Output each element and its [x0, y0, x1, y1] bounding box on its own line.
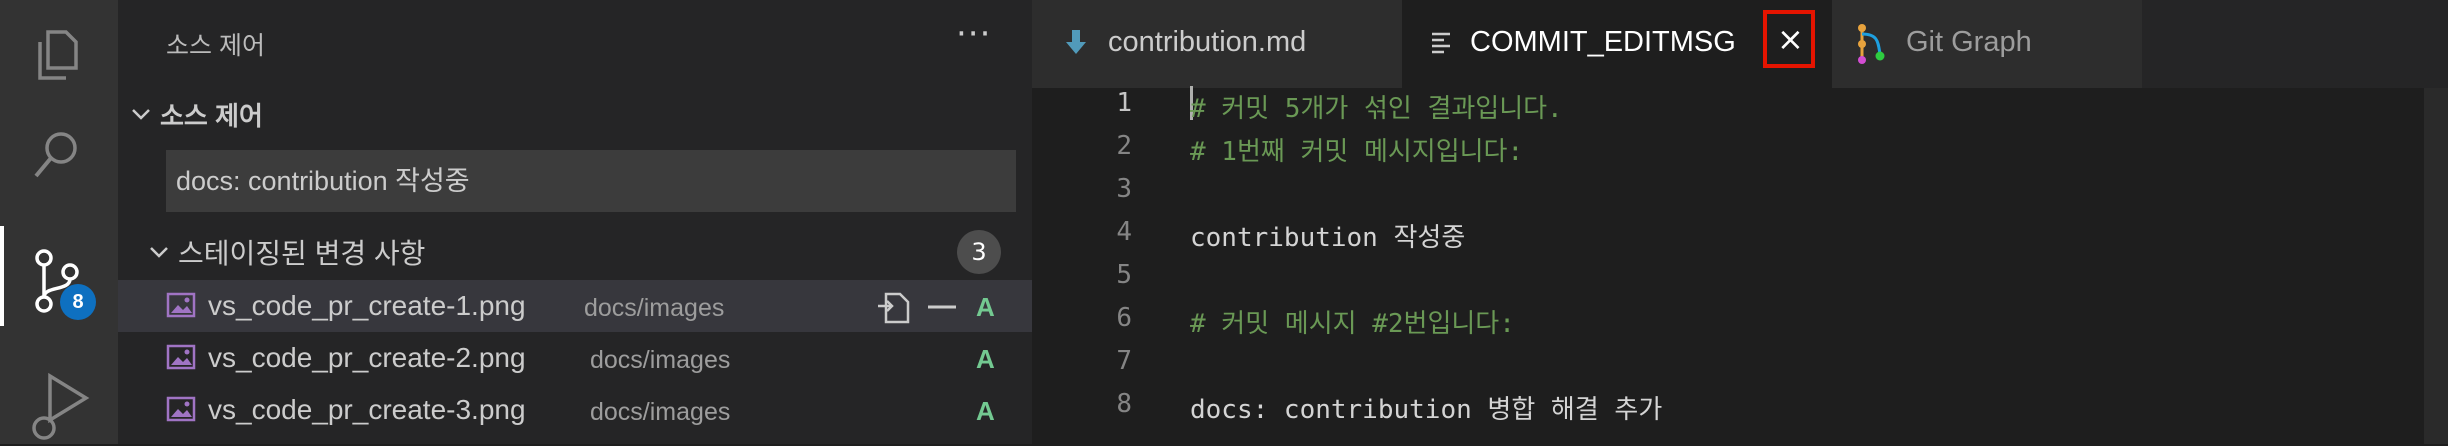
- line-number: 8: [1116, 389, 1132, 419]
- editor-scrollbar[interactable]: [2424, 88, 2448, 444]
- image-file-icon: [166, 396, 196, 427]
- file-name: vs_code_pr_create-1.png: [208, 290, 526, 321]
- source-control-button[interactable]: 8: [0, 226, 118, 326]
- image-file-icon: [166, 344, 196, 375]
- line-number: 1: [1116, 88, 1132, 118]
- staged-changes-header[interactable]: 스테이징된 변경 사항: [148, 232, 425, 272]
- files-icon: [38, 30, 78, 80]
- close-icon: ×: [1777, 20, 1804, 58]
- code-line[interactable]: # 1번째 커밋 메시지입니다:: [1190, 131, 1523, 168]
- code-line[interactable]: contribution 작성중: [1190, 217, 1465, 254]
- search-icon: [34, 132, 77, 178]
- file-status-added: A: [976, 396, 995, 426]
- line-number: 3: [1116, 174, 1132, 204]
- sidebar-title: 소스 제어: [166, 32, 265, 60]
- activity-bar: 8: [0, 0, 118, 444]
- text-lines-icon: [1432, 32, 1450, 54]
- line-number: 7: [1116, 346, 1132, 376]
- chevron-down-icon: [148, 238, 178, 270]
- tab-label: contribution.md: [1108, 26, 1307, 58]
- code-line[interactable]: docs: contribution 병합 해결 추가: [1190, 389, 1662, 426]
- tab-git-graph[interactable]: Git Graph: [1832, 0, 2142, 88]
- explorer-button[interactable]: [0, 6, 118, 106]
- file-path: docs/images: [584, 294, 725, 322]
- run-debug-button[interactable]: [0, 346, 118, 446]
- file-path: docs/images: [590, 398, 731, 426]
- tab-label: COMMIT_EDITMSG: [1470, 26, 1736, 58]
- open-file-icon[interactable]: [874, 290, 914, 324]
- file-name: vs_code_pr_create-2.png: [208, 342, 526, 373]
- file-name: vs_code_pr_create-3.png: [208, 394, 526, 425]
- line-number: 4: [1116, 217, 1132, 247]
- tab-contribution-md[interactable]: contribution.md: [1032, 0, 1402, 88]
- more-actions-icon[interactable]: ···: [956, 14, 991, 54]
- line-number: 6: [1116, 303, 1132, 333]
- line-number: 2: [1116, 131, 1132, 161]
- markdown-icon: [1066, 30, 1086, 54]
- chevron-down-icon: [130, 101, 160, 132]
- file-status-added: A: [976, 344, 995, 374]
- editor-area: contribution.md COMMIT_EDITMSG × Git Gra…: [1032, 0, 2448, 444]
- git-graph-icon: [1858, 24, 1885, 64]
- section-title: 소스 제어: [160, 101, 263, 131]
- file-path: docs/images: [590, 346, 731, 374]
- run-debug-icon: [32, 372, 90, 440]
- close-tab-button[interactable]: ×: [1763, 10, 1815, 68]
- code-line[interactable]: # 커밋 5개가 섞인 결과입니다.: [1190, 88, 1563, 125]
- source-control-sidebar: 소스 제어 ··· 소스 제어 docs: contribution 작성중 스…: [118, 0, 1032, 444]
- line-number: 5: [1116, 260, 1132, 290]
- tab-label: Git Graph: [1906, 26, 2032, 58]
- row-actions: [874, 290, 962, 329]
- code-line[interactable]: # 커밋 메시지 #2번입니다:: [1190, 303, 1515, 340]
- staged-file-row[interactable]: vs_code_pr_create-2.png docs/images A: [118, 332, 1032, 384]
- commit-message-input[interactable]: docs: contribution 작성중: [166, 150, 1016, 212]
- staged-file-row[interactable]: vs_code_pr_create-3.png docs/images A: [118, 384, 1032, 436]
- staged-file-row[interactable]: vs_code_pr_create-1.png docs/images A: [118, 280, 1032, 332]
- source-control-badge: 8: [60, 284, 96, 320]
- unstage-icon[interactable]: [922, 290, 962, 324]
- staged-count-badge: 3: [957, 230, 1001, 274]
- file-status-added: A: [976, 292, 995, 322]
- section-header[interactable]: 소스 제어: [130, 96, 263, 132]
- search-button[interactable]: [0, 106, 118, 206]
- staged-changes-title: 스테이징된 변경 사항: [178, 238, 426, 269]
- tab-bar: contribution.md COMMIT_EDITMSG × Git Gra…: [1032, 0, 2448, 88]
- image-file-icon: [166, 292, 196, 323]
